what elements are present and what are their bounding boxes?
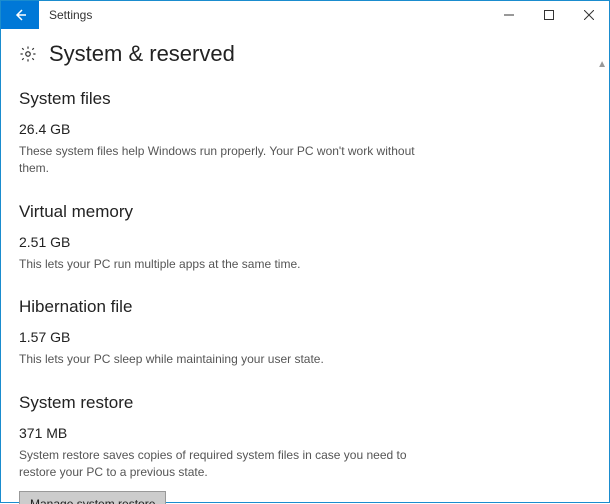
section-virtual-memory: Virtual memory 2.51 GB This lets your PC… — [19, 202, 591, 273]
hibernation-file-description: This lets your PC sleep while maintainin… — [19, 351, 439, 368]
manage-system-restore-button[interactable]: Manage system restore — [19, 491, 166, 504]
section-heading: System restore — [19, 393, 591, 413]
back-button[interactable] — [1, 1, 39, 29]
content-area: ▲ System & reserved System files 26.4 GB… — [1, 29, 609, 504]
maximize-icon — [544, 10, 554, 20]
titlebar: Settings — [1, 1, 609, 29]
system-restore-size: 371 MB — [19, 425, 591, 441]
system-files-size: 26.4 GB — [19, 121, 591, 137]
close-icon — [584, 10, 594, 20]
maximize-button[interactable] — [529, 1, 569, 29]
virtual-memory-size: 2.51 GB — [19, 234, 591, 250]
section-hibernation-file: Hibernation file 1.57 GB This lets your … — [19, 297, 591, 368]
window-controls — [489, 1, 609, 29]
minimize-icon — [504, 10, 514, 20]
section-heading: System files — [19, 89, 591, 109]
page-header: System & reserved — [19, 41, 591, 67]
section-system-files: System files 26.4 GB These system files … — [19, 89, 591, 178]
minimize-button[interactable] — [489, 1, 529, 29]
section-heading: Hibernation file — [19, 297, 591, 317]
system-files-description: These system files help Windows run prop… — [19, 143, 439, 178]
section-system-restore: System restore 371 MB System restore sav… — [19, 393, 591, 504]
page-title: System & reserved — [49, 41, 235, 67]
section-heading: Virtual memory — [19, 202, 591, 222]
window-title: Settings — [39, 1, 489, 29]
gear-icon — [19, 45, 37, 63]
system-restore-description: System restore saves copies of required … — [19, 447, 439, 482]
scroll-up-icon[interactable]: ▲ — [597, 59, 607, 70]
virtual-memory-description: This lets your PC run multiple apps at t… — [19, 256, 439, 273]
arrow-left-icon — [12, 7, 28, 23]
close-button[interactable] — [569, 1, 609, 29]
hibernation-file-size: 1.57 GB — [19, 329, 591, 345]
